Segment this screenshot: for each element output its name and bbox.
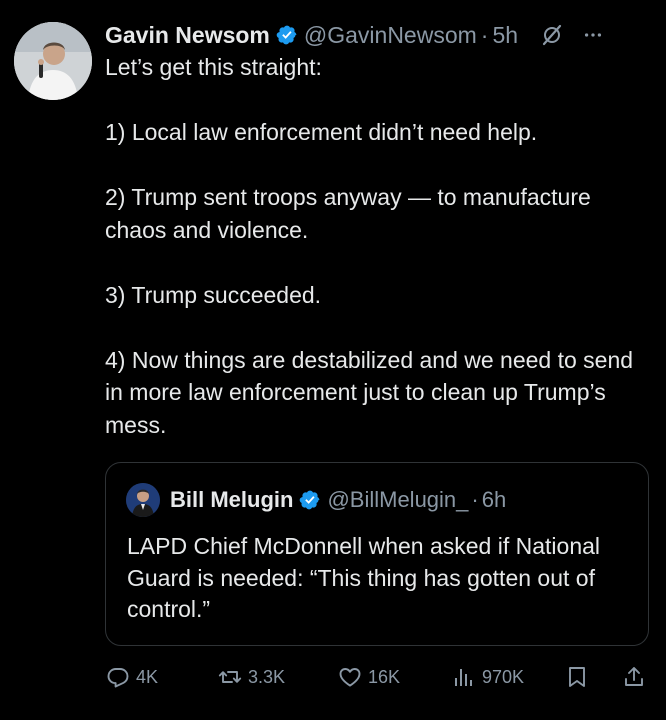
tweet-paragraph: Let’s get this straight: <box>105 54 322 80</box>
quoted-header-separator: · <box>471 487 479 512</box>
bookmark-button[interactable] <box>565 659 589 695</box>
share-icon <box>625 667 643 686</box>
like-count: 16K <box>368 666 401 687</box>
repost-icon <box>218 671 242 683</box>
tweet-paragraph: 3) Trump succeeded. <box>105 281 322 308</box>
share-button[interactable] <box>622 659 646 695</box>
reply-button[interactable]: 4K <box>106 659 158 695</box>
tweet-paragraph: 4) Now things are destabilized and we ne… <box>105 346 634 438</box>
repost-count: 3.3K <box>248 666 286 687</box>
action-bar: 4K 3.3K 16K 970K <box>0 659 666 695</box>
reply-count: 4K <box>136 666 159 687</box>
bookmark-icon <box>569 667 585 687</box>
tweet-paragraph: 2) Trump sent troops anyway — to manufac… <box>105 184 591 243</box>
quoted-tweet-header: Bill Melugin @BillMelugin_ · 6h <box>126 483 506 517</box>
quoted-tweet-time: 6h <box>481 487 507 512</box>
tweet-header: Gavin Newsom @GavinNewsom · 5h <box>105 18 653 52</box>
like-button[interactable]: 16K <box>338 659 400 695</box>
views-button[interactable]: 970K <box>452 659 524 695</box>
quoted-tweet-text: LAPD Chief McDonnell when asked if Natio… <box>127 533 601 622</box>
author-avatar[interactable] <box>14 22 92 100</box>
header-separator: · <box>480 21 489 48</box>
more-icon[interactable] <box>582 24 604 46</box>
like-icon <box>339 668 361 687</box>
repost-button[interactable]: 3.3K <box>218 659 285 695</box>
views-count: 970K <box>482 666 525 687</box>
grok-icon[interactable] <box>540 23 564 47</box>
views-icon <box>455 669 472 686</box>
tweet-body: Let’s get this straight: 1) Local law en… <box>105 51 653 441</box>
tweet: Gavin Newsom @GavinNewsom · 5h Let’s get… <box>105 18 653 441</box>
reply-icon <box>107 668 129 688</box>
quoted-author-name: Bill Melugin <box>170 487 294 512</box>
tweet-paragraph: 1) Local law enforcement didn’t need hel… <box>105 119 538 145</box>
quoted-author-avatar-image <box>126 483 160 517</box>
author-avatar-image <box>14 22 92 100</box>
author-name[interactable]: Gavin Newsom <box>105 22 270 49</box>
quoted-author-avatar <box>126 483 160 517</box>
quoted-author-handle: @BillMelugin_ <box>327 487 469 512</box>
verified-badge-icon <box>276 25 297 45</box>
quoted-tweet[interactable]: Bill Melugin @BillMelugin_ · 6h LAPD Chi… <box>105 462 649 646</box>
verified-badge-icon <box>300 490 320 510</box>
author-handle[interactable]: @GavinNewsom <box>304 22 477 49</box>
tweet-time[interactable]: 5h <box>492 22 518 49</box>
